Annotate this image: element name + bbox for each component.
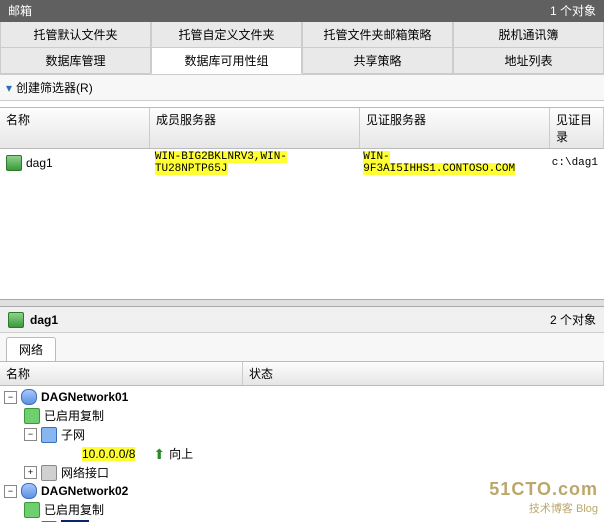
dag-icon: [8, 312, 24, 328]
enabled-icon: [24, 408, 40, 424]
ribbon-managed-folder-mailbox-policies[interactable]: 托管文件夹邮箱策略: [302, 22, 453, 48]
tree-node-subnet-ip[interactable]: 10.0.0.0/8 ⬆ 向上: [4, 444, 600, 463]
object-count-top: 1 个对象: [550, 0, 596, 22]
col-header-name[interactable]: 名称: [0, 108, 150, 148]
detail-header: dag1 2 个对象: [0, 307, 604, 333]
node-label: 已启用复制: [44, 501, 104, 518]
ribbon-offline-address-book[interactable]: 脱机通讯簿: [453, 22, 604, 48]
status-up: 向上: [169, 445, 193, 462]
detail-title-text: dag1: [30, 313, 58, 327]
collapse-icon[interactable]: −: [4, 485, 17, 498]
dag-name-cell: dag1: [26, 156, 53, 170]
dag-icon: [6, 155, 22, 171]
node-label: DAGNetwork01: [41, 390, 128, 404]
node-label: DAGNetwork02: [41, 484, 128, 498]
col-header-witness[interactable]: 见证服务器: [360, 108, 550, 148]
tree-node-replication-enabled[interactable]: 已启用复制: [4, 406, 600, 425]
network-icon: [21, 389, 37, 405]
tree-node-interfaces[interactable]: + 网络接口: [4, 463, 600, 482]
col-header-member[interactable]: 成员服务器: [150, 108, 360, 148]
funnel-icon: ▾: [6, 81, 12, 95]
tree-col-status[interactable]: 状态: [243, 362, 604, 385]
node-label: 网络接口: [61, 464, 109, 481]
tab-strip: 网络: [0, 333, 604, 362]
dag-row[interactable]: dag1 WIN-BIG2BKLNRV3,WIN-TU28NPTP65J WIN…: [0, 149, 604, 177]
tree-col-name[interactable]: 名称: [0, 362, 243, 385]
node-label: 已启用复制: [44, 407, 104, 424]
dag-member-cell: WIN-BIG2BKLNRV3,WIN-TU28NPTP65J: [155, 151, 287, 175]
ribbon-dag[interactable]: 数据库可用性组: [151, 48, 302, 74]
ribbon: 托管默认文件夹 托管自定义文件夹 托管文件夹邮箱策略 脱机通讯簿 数据库管理 数…: [0, 22, 604, 75]
tree-node-replication-enabled[interactable]: 已启用复制: [4, 500, 600, 519]
ribbon-database-management[interactable]: 数据库管理: [0, 48, 151, 74]
ribbon-sharing-policies[interactable]: 共享策略: [302, 48, 453, 74]
ribbon-address-lists[interactable]: 地址列表: [453, 48, 604, 74]
collapse-icon[interactable]: −: [24, 428, 37, 441]
create-filter-link[interactable]: 创建筛选器(R): [16, 79, 93, 96]
arrow-up-icon: ⬆: [153, 448, 165, 460]
network-icon: [21, 483, 37, 499]
subnet-ip: 10.0.0.0/8: [82, 447, 135, 461]
dag-witnessdir-cell: c:\dag1: [546, 156, 604, 170]
ribbon-managed-default-folders[interactable]: 托管默认文件夹: [0, 22, 151, 48]
collapse-icon[interactable]: −: [4, 391, 17, 404]
tree-node-dagnetwork01[interactable]: − DAGNetwork01: [4, 388, 600, 406]
ribbon-managed-custom-folders[interactable]: 托管自定义文件夹: [151, 22, 302, 48]
subnet-icon: [41, 427, 57, 443]
filter-bar: ▾ 创建筛选器(R): [0, 75, 604, 101]
title-bar: 邮箱 1 个对象: [0, 0, 604, 22]
col-header-witness-dir[interactable]: 见证目录: [550, 108, 604, 148]
object-count-detail: 2 个对象: [550, 311, 596, 328]
dag-witness-cell: WIN-9F3AI5IHHS1.CONTOSO.COM: [363, 151, 515, 175]
splitter[interactable]: [0, 299, 604, 307]
title-text: 邮箱: [8, 0, 32, 22]
tree-node-subnet[interactable]: − 子网: [4, 425, 600, 444]
tree-node-dagnetwork02[interactable]: − DAGNetwork02: [4, 482, 600, 500]
node-label: 子网: [61, 426, 85, 443]
interface-icon: [41, 465, 57, 481]
expand-icon[interactable]: +: [24, 466, 37, 479]
list-header: 名称 成员服务器 见证服务器 见证目录: [0, 107, 604, 149]
tree-header: 名称 状态: [0, 362, 604, 386]
enabled-icon: [24, 502, 40, 518]
tab-network[interactable]: 网络: [6, 337, 56, 361]
dag-list[interactable]: dag1 WIN-BIG2BKLNRV3,WIN-TU28NPTP65J WIN…: [0, 149, 604, 299]
network-tree[interactable]: − DAGNetwork01 已启用复制 − 子网 10.0.0.0/8 ⬆ 向…: [0, 386, 604, 522]
